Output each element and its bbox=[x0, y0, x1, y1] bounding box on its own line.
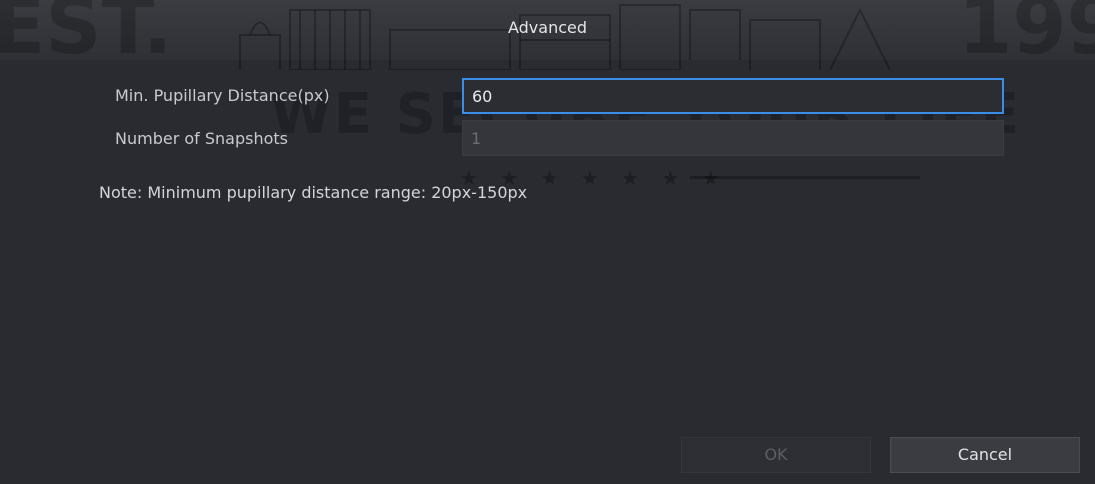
min-pupillary-distance-label: Min. Pupillary Distance(px) bbox=[115, 86, 330, 105]
number-of-snapshots-label: Number of Snapshots bbox=[115, 129, 288, 148]
number-of-snapshots-input bbox=[462, 120, 1004, 156]
min-pupillary-distance-input[interactable] bbox=[462, 78, 1004, 114]
dialog-title: Advanced bbox=[507, 18, 588, 37]
watermark-underline bbox=[690, 176, 920, 179]
ok-button[interactable]: OK bbox=[681, 437, 871, 473]
pupillary-distance-note: Note: Minimum pupillary distance range: … bbox=[99, 183, 528, 202]
advanced-dialog: EST. 199 WE SECURE YOUR LIFE ★ ★ ★ ★ ★ ★… bbox=[0, 0, 1095, 484]
cancel-button[interactable]: Cancel bbox=[890, 437, 1080, 473]
